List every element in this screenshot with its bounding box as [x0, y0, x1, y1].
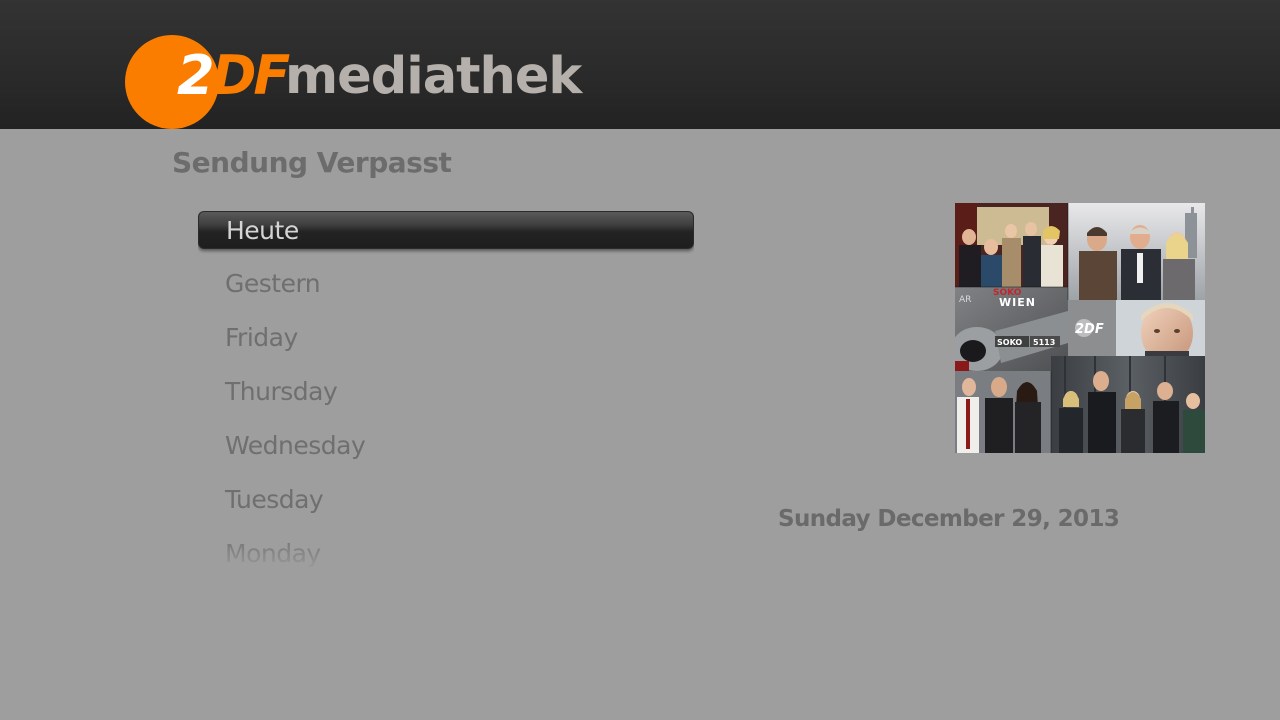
- collage-ar-text: AR: [959, 295, 971, 305]
- logo-zdf-letters: 2DF: [177, 49, 290, 103]
- preview-collage-image: AR SOKO WIEN SOKO 5113 2DF: [955, 203, 1205, 453]
- selected-date-label: Sunday December 29, 2013: [778, 506, 1120, 532]
- collage-zdf-text: 2DF: [1075, 322, 1104, 337]
- collage-tile-zdf-small: 2DF: [1068, 300, 1116, 356]
- menu-item-gestern[interactable]: Gestern: [198, 265, 694, 303]
- logo-mediathek-word: mediathek: [285, 47, 582, 106]
- collage-tile-team-left: [955, 371, 1051, 453]
- menu-item-wednesday[interactable]: Wednesday: [198, 427, 694, 465]
- menu-item-heute[interactable]: Heute: [198, 211, 694, 249]
- collage-soko-wien-bottom: WIEN: [999, 296, 1036, 309]
- logo-zdf-z: 2: [177, 44, 215, 107]
- page-title: Sendung Verpasst: [172, 146, 452, 179]
- collage-tile-family-group: [955, 203, 1068, 287]
- menu-item-friday[interactable]: Friday: [198, 319, 694, 357]
- collage-tile-team-right: [1051, 356, 1205, 453]
- header-bar: 2DF mediathek: [0, 0, 1280, 129]
- collage-soko5113-left: SOKO: [997, 338, 1022, 347]
- menu-item-monday[interactable]: Monday: [198, 535, 694, 571]
- zdf-mediathek-logo: 2DF mediathek: [125, 35, 645, 129]
- collage-svg: AR SOKO WIEN SOKO 5113 2DF: [955, 203, 1205, 453]
- menu-item-tuesday[interactable]: Tuesday: [198, 481, 694, 519]
- logo-zdf-df: DF: [211, 44, 291, 107]
- menu-item-thursday[interactable]: Thursday: [198, 373, 694, 411]
- collage-tile-detectives: [1068, 203, 1205, 300]
- day-menu-list: Heute Gestern Friday Thursday Wednesday …: [198, 211, 694, 571]
- collage-tile-portrait: [1116, 300, 1205, 363]
- collage-soko5113-right: 5113: [1033, 338, 1055, 347]
